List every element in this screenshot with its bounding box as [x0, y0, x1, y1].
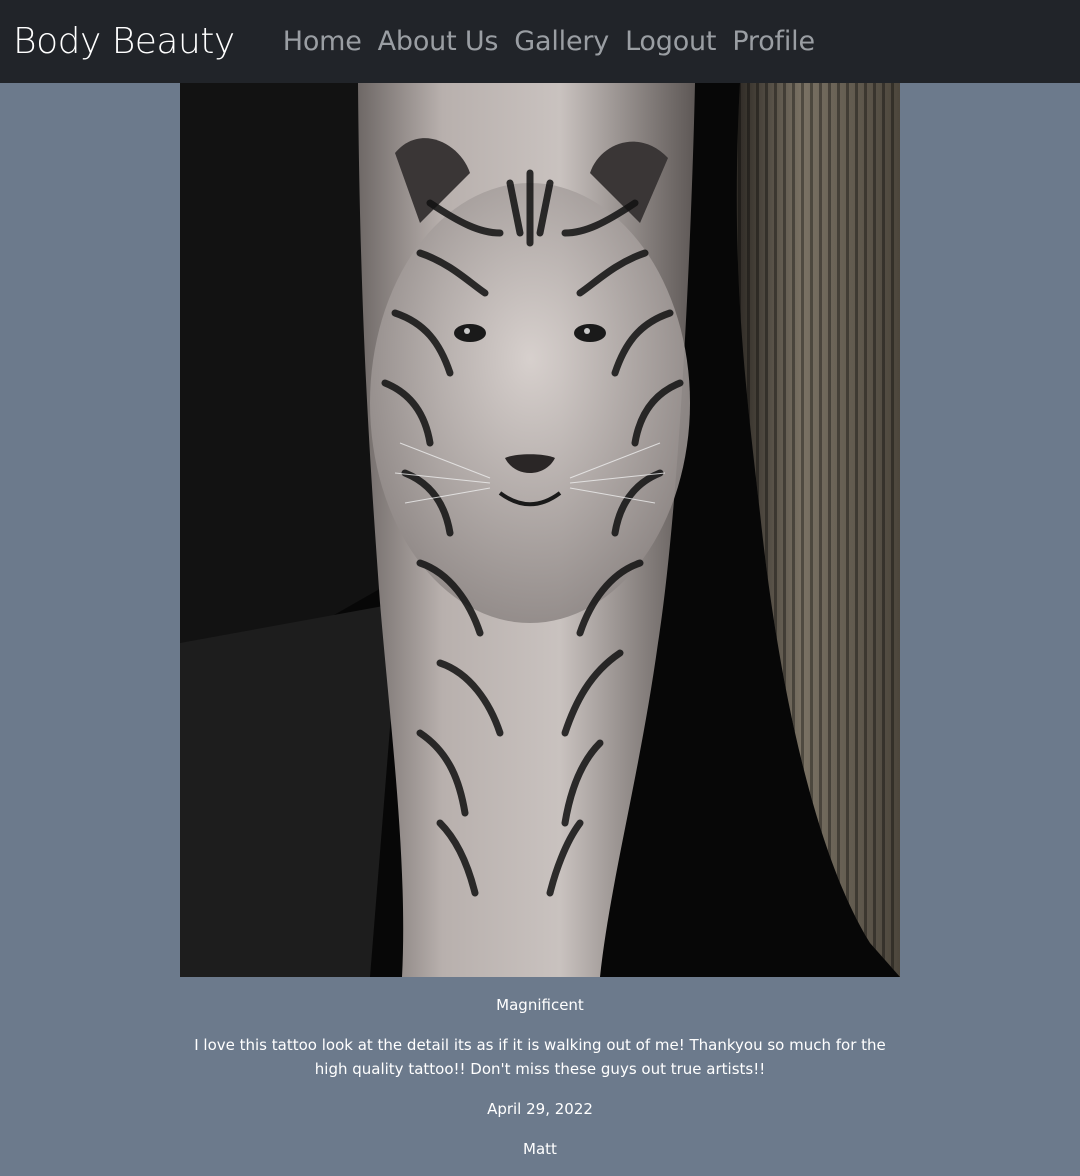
post-author: Matt [523, 1140, 557, 1158]
brand-link[interactable]: Body Beauty [13, 21, 235, 62]
nav-link-gallery[interactable]: Gallery [514, 26, 609, 57]
tattoo-photo [180, 83, 900, 977]
nav-link-logout[interactable]: Logout [625, 26, 716, 57]
navbar: Body Beauty Home About Us Gallery Logout… [0, 0, 1080, 83]
nav-link-about-us[interactable]: About Us [378, 26, 499, 57]
nav-links: Home About Us Gallery Logout Profile [283, 26, 831, 57]
tiger-tattoo-image [180, 83, 900, 977]
nav-link-home[interactable]: Home [283, 26, 362, 57]
post-date: April 29, 2022 [487, 1100, 593, 1118]
post-review: I love this tattoo look at the detail it… [194, 1036, 886, 1078]
post-title: Magnificent [496, 996, 584, 1014]
nav-link-profile[interactable]: Profile [732, 26, 815, 57]
